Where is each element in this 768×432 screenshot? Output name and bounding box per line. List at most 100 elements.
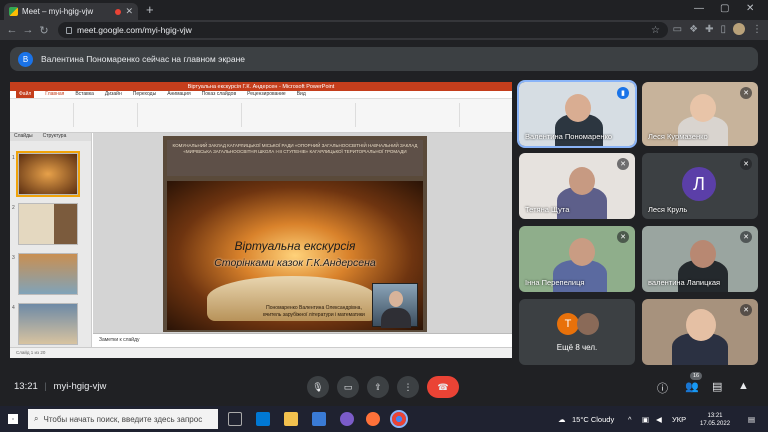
hangup-icon: ☎ [437,381,449,392]
edge-icon[interactable] [256,412,270,426]
slide-thumbnail[interactable] [16,151,80,197]
participant-name: Леся Круль [648,205,688,214]
participant-tile[interactable]: ✕ Тетяна Щута [519,153,635,219]
network-icon[interactable]: ▣ [642,415,649,424]
tray-arrow-icon[interactable]: ^ [628,415,632,424]
ribbon-tab[interactable]: Вставка [75,91,94,98]
font-group[interactable] [142,103,242,127]
shared-screen[interactable]: Віртуальна екскурсія Г.К. Андерсен - Mic… [10,82,512,358]
mic-off-icon: ✕ [617,231,629,243]
taskbar-clock[interactable]: 13:21 17.05.2022 [700,412,730,428]
microphone-icon: 🎙 [312,381,324,392]
slide-thumbnail[interactable] [18,253,78,295]
clipboard-group[interactable] [14,103,74,127]
slide-thumbnail[interactable] [18,203,78,245]
meeting-info-icon[interactable]: ⓘ [657,380,668,396]
more-options-button[interactable]: ⋮ [397,376,419,398]
maximize-icon[interactable]: ▢ [720,3,729,14]
activities-icon[interactable]: ▲ [738,380,749,392]
weather-text[interactable]: 15°C Cloudy [572,415,614,424]
forward-icon[interactable]: → [20,24,36,36]
microphone-button[interactable]: 🎙 [307,376,329,398]
mic-off-icon: ✕ [740,304,752,316]
slide-number: 2 [12,205,15,211]
photo-head [389,291,403,307]
participant-tile[interactable]: Л ✕ Леся Круль [642,153,758,219]
file-explorer-icon[interactable] [284,412,298,426]
book-background-image: Віртуальна екскурсія Сторінками казок Г.… [167,181,423,330]
mic-off-icon: ✕ [617,158,629,170]
person-face [690,94,716,122]
tab-close-icon[interactable]: ✕ [125,6,133,17]
slide-thumbnail[interactable] [18,303,78,345]
volume-icon[interactable]: ◀ [656,415,662,424]
ribbon-tab[interactable]: Дизайн [105,91,122,98]
window-close-icon[interactable]: ✕ [746,3,754,14]
extensions-area: ▭ ❖ ✚ ▯ ⋮ [673,23,762,35]
self-view-tile[interactable]: ✕ [642,299,758,365]
current-slide[interactable]: КОМУНАЛЬНИЙ ЗАКЛАД КАГАРЛИЦЬКОЇ МІСЬКОЇ … [163,136,427,332]
participant-tile[interactable]: ✕ валентина Лапицкая [642,226,758,292]
minimize-icon[interactable]: — [694,3,704,14]
firefox-icon[interactable] [366,412,380,426]
people-icon[interactable]: 👥 [685,380,699,393]
weather-icon[interactable]: ☁ [558,415,566,424]
notes-field[interactable]: Заметки к слайду [93,333,512,347]
new-tab-button[interactable]: + [146,3,154,16]
viber-icon[interactable] [340,412,354,426]
store-icon[interactable] [312,412,326,426]
participant-tile[interactable]: ✕ Інна Перепелиця [519,226,635,292]
ribbon-tab[interactable]: Главная [45,91,64,98]
pane-tab-outline[interactable]: Структура [43,133,67,141]
language-indicator[interactable]: УКР [672,415,686,424]
editing-group[interactable] [464,103,508,127]
end-call-button[interactable]: ☎ [427,376,459,398]
ribbon-tab[interactable]: Вид [297,91,306,98]
powerpoint-body: Слайды Структура 1 2 3 4 КОМУНАЛЬНИЙ ЗАК… [10,133,512,347]
present-button[interactable]: ⇪ [367,376,389,398]
more-participants-tile[interactable]: Т Ещё 8 чел. [519,299,635,365]
screen: Meet – myi-hgig-vjw ✕ + — ▢ ✕ ← → ↻ meet… [0,0,768,432]
windows-start-icon[interactable] [8,414,18,424]
mic-off-icon: ✕ [740,158,752,170]
camera-button[interactable]: ▭ [337,376,359,398]
chrome-icon[interactable] [390,410,408,428]
tab-title: Meet – myi-hgig-vjw [22,7,94,16]
browser-tab[interactable]: Meet – myi-hgig-vjw ✕ [4,3,138,20]
ribbon-tab[interactable]: Рецензирование [247,91,286,98]
browser-tab-bar: Meet – myi-hgig-vjw ✕ + — ▢ ✕ [0,0,768,20]
reload-icon[interactable]: ↻ [36,24,52,37]
puzzle-icon[interactable]: ✚ [705,24,713,35]
taskbar-search[interactable]: ⌕ Чтобы начать поиск, введите здесь запр… [28,409,218,429]
author-photo [372,283,418,328]
task-view-icon[interactable] [228,412,242,426]
ribbon-tab[interactable]: Показ слайдов [202,91,236,98]
chat-icon[interactable]: ▤ [712,380,722,393]
paragraph-group[interactable] [246,103,356,127]
extension-icon[interactable]: ❖ [689,24,698,35]
ribbon-tab[interactable]: Анимация [167,91,190,98]
slide-header-text: КОМУНАЛЬНИЙ ЗАКЛАД КАГАРЛИЦЬКОЇ МІСЬКОЇ … [167,140,423,176]
camera-indicator-icon[interactable]: ▭ [673,24,682,35]
menu-kebab-icon[interactable]: ⋮ [752,24,762,35]
pane-tab-slides[interactable]: Слайды [14,133,33,141]
participant-tile[interactable]: ▮ Валентина Пономаренко [517,80,637,148]
ribbon-tab[interactable]: Переходы [133,91,156,98]
presenting-banner: В Валентина Пономаренко сейчас на главно… [10,47,758,71]
profile-avatar[interactable] [733,23,745,35]
slide-number: 4 [12,305,15,311]
notifications-icon[interactable]: ▤ [748,415,755,424]
slides-group[interactable] [78,103,138,127]
camera-icon: ▭ [343,381,353,392]
drawing-group[interactable] [360,103,460,127]
clock-date: 17.05.2022 [700,421,731,427]
author-caption: Пономаренко Валентина Олександрівна, вчи… [263,305,365,318]
participant-tile[interactable]: ✕ Леся Курмазенко [642,82,758,146]
back-icon[interactable]: ← [4,24,20,36]
ribbon-tab[interactable]: Файл [16,91,35,98]
address-bar[interactable]: meet.google.com/myi-hgig-vjw ☆ [58,22,668,38]
bookmark-star-icon[interactable]: ☆ [651,25,660,36]
presenting-text: Валентина Пономаренко сейчас на главном … [41,54,246,64]
sidebar-icon[interactable]: ▯ [720,24,726,35]
photo-body [381,308,411,328]
